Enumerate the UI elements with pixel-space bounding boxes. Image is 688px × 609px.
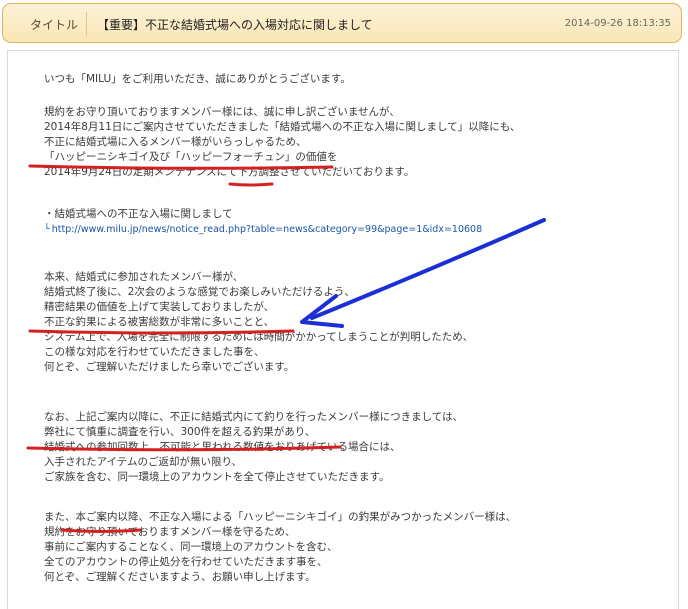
title-label: タイトル [30,18,79,32]
body-line: 不正な釣果による被害総数が非常に多いことと、 [44,316,275,328]
notice-title: 【重要】不正な結婚式場への入場対応に関しまして [97,18,373,32]
body-line: なお、上記ご案内以降に、不正に結婚式内にて釣りを行ったメンバー様につきましては、 [44,411,464,423]
body-line: 全てのアカウントの停止処分を行わせていただきます事を、 [44,556,328,568]
body-line: 「ハッピーニシキゴイ及び「ハッピーフォーチュン」の価値を [44,151,338,163]
link-tree-marker: └ [44,224,50,235]
body-line: ご家族を含む、同一環境上のアカウントを全て停止させていただきます。 [44,471,390,483]
notice-link-url[interactable]: http://www.milu.jp/news/notice_read.php?… [52,224,482,235]
body-line: 入手されたアイテムのご返却が無い限り、 [44,456,243,468]
body-line: 2014年9月24日の定期メンテナンスにて下方調整させていただいております。 [44,166,415,178]
body-line: この様な対応を行わせていただきました事を、 [44,346,265,358]
body-line: 弊社にて慎重に調査を行い、300件を超える釣果があり、 [44,426,316,438]
body-line: 事前にご案内することなく、同一環境上のアカウントを含む、 [44,541,338,553]
header-divider [86,12,87,36]
body-line: システム上で、入場を完全に制限するためには時間がかかってしまうことが判明したため… [44,331,474,343]
body-line: ・結婚式場への不正な入場に関しまして [44,208,233,220]
body-line: 不正に結婚式場に入るメンバー様がいらっしゃるため、 [44,136,307,148]
body-line: 結婚式終了後に、2次会のような感覚でお楽しみいただけるよう、 [44,286,355,298]
body-line: 何とぞ、ご理解いただけましたら幸いでございます。 [44,361,295,373]
body-line: また、本ご案内以降、不正な入場による「ハッピーニシキゴイ」の釣果がみつかったメン… [44,511,517,523]
body-line: 2014年8月11日にご案内させていただきました「結婚式場への不正な入場に関しま… [44,121,521,133]
body-line: 精密結果の価値を上げて実装しておりましたが、 [44,301,275,313]
body-line: いつも「MILU」をご利用いただき、誠にありがとうございます。 [44,73,351,85]
notice-link[interactable]: └ http://www.milu.jp/news/notice_read.php… [44,223,482,236]
body-line: 結婚式への参加回数上、不可能と思われる数値をおりあげている場合には、 [44,441,401,453]
notice-timestamp: 2014-09-26 18:13:35 [564,18,671,29]
body-line: 何とぞ、ご理解くださいますよう、お願い申し上げます。 [44,571,316,583]
notice-body: いつも「MILU」をご利用いただき、誠にありがとうございます。 規約をお守り頂い… [7,50,679,609]
title-header-bar: タイトル 【重要】不正な結婚式場への入場対応に関しまして 2014-09-26 … [2,3,682,43]
body-line: 本来、結婚式に参加されたメンバー様が、 [44,271,244,283]
body-line: 規約をお守り頂いておりますメンバー様を守るため、 [44,526,296,538]
body-line: 規約をお守り頂いておりますメンバー様には、誠に申し訳ございませんが、 [44,106,400,118]
